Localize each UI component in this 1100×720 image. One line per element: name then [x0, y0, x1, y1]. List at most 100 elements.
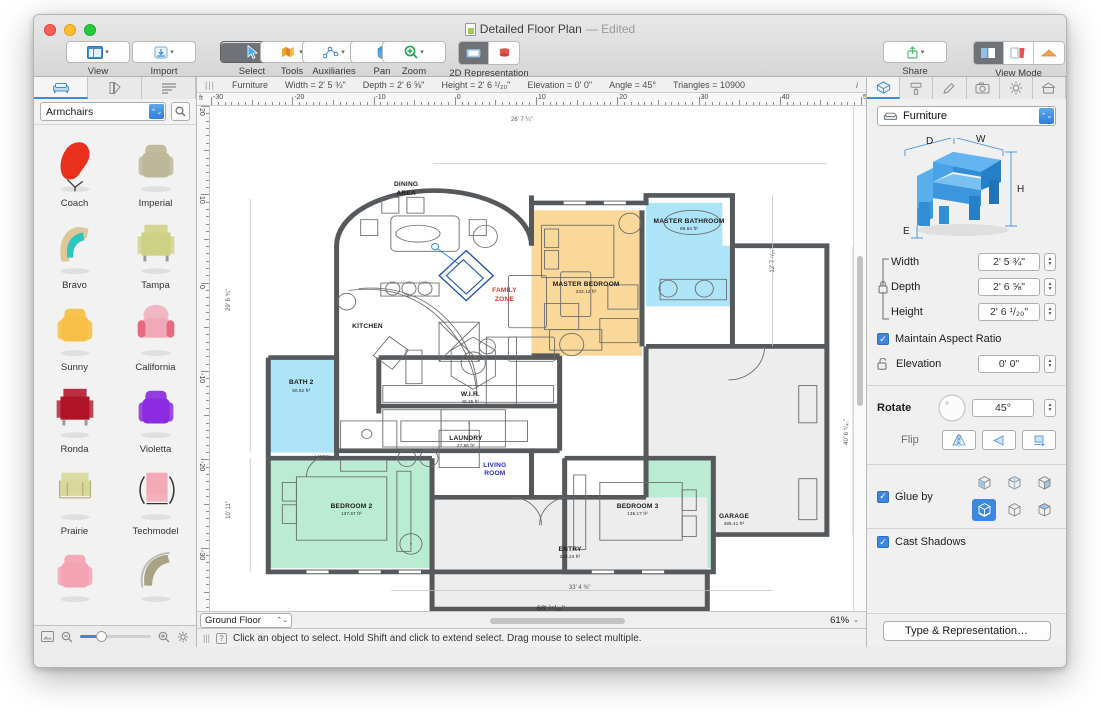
elevation-stepper[interactable]: ▲ ▼ [1044, 355, 1056, 373]
thumbnail-size-slider[interactable] [80, 631, 151, 642]
object-type-popup[interactable]: Furniture ⌃⌄ [877, 106, 1056, 126]
library-tab-list[interactable] [142, 77, 196, 99]
ruler-tick [813, 102, 815, 105]
glue-cell-right[interactable] [1032, 472, 1056, 494]
slider-knob[interactable] [95, 631, 107, 642]
question-mark-icon[interactable]: ? [216, 632, 228, 644]
cast-shadows-checkbox[interactable]: ✓ [877, 536, 889, 548]
library-item[interactable]: Coach [34, 131, 115, 213]
ruler-tick [206, 179, 209, 181]
image-icon[interactable] [41, 631, 54, 642]
view-mode-split-button[interactable] [973, 42, 1004, 64]
library-item-thumbnail [115, 383, 196, 439]
toolbar-item-import[interactable]: ▾ Import [132, 41, 196, 77]
library-item[interactable]: California [115, 295, 196, 377]
dimension-label: 29' 6 ¾" [226, 289, 233, 312]
glue-by-checkbox[interactable]: ✓ [877, 490, 889, 503]
glue-by-row[interactable]: ✓ Glue by [877, 490, 933, 503]
representation-2d-button[interactable] [459, 42, 489, 64]
inspector-tab-object[interactable] [867, 77, 901, 99]
view-mode-2d-button[interactable] [1003, 42, 1034, 64]
height-input[interactable]: 2' 6 ¹/₂₀" [978, 303, 1040, 321]
library-item[interactable]: Imperial [115, 131, 196, 213]
glue-cell-middle[interactable] [1002, 472, 1026, 494]
inspector-tab-light[interactable] [999, 77, 1033, 99]
toolbar-item-view-mode[interactable]: View Mode [966, 41, 1066, 79]
library-item[interactable] [115, 541, 196, 612]
canvas-horizontal-scrollbar[interactable] [292, 612, 812, 629]
zoom-level-selector[interactable]: 61% ⌄ [812, 613, 862, 628]
zoom-out-icon[interactable] [61, 631, 73, 643]
lock-open-icon[interactable] [877, 358, 890, 370]
glue-by-grid[interactable] [972, 472, 1056, 521]
cube-left-icon [977, 476, 991, 490]
view-mode-3d-button[interactable] [1033, 42, 1064, 64]
zoom-in-icon[interactable] [158, 631, 170, 643]
ruler-tick [508, 102, 510, 105]
library-item[interactable]: Violetta [115, 377, 196, 459]
depth-stepper[interactable]: ▲ ▼ [1044, 278, 1056, 296]
ruler-tick [206, 481, 209, 483]
inspector-tab-material[interactable] [900, 77, 934, 99]
view-mode-segment[interactable] [972, 41, 1065, 65]
representation-3d-button[interactable] [489, 42, 519, 64]
type-and-representation-button[interactable]: Type & Representation… [882, 620, 1051, 641]
width-stepper[interactable]: ▲ ▼ [1044, 253, 1056, 271]
view-button[interactable]: ▾ [66, 41, 130, 63]
lock-closed-icon[interactable] [878, 256, 890, 322]
toolbar-item-representation[interactable]: 2D Representation [434, 41, 544, 79]
import-button[interactable]: ▾ [132, 41, 196, 63]
library-item[interactable]: Ronda [34, 377, 115, 459]
toolbar-item-view[interactable]: ▾ View [66, 41, 130, 77]
library-tab-materials[interactable] [88, 77, 142, 99]
vertical-scroll-thumb[interactable] [857, 256, 863, 406]
share-button[interactable]: ▾ [883, 41, 947, 63]
representation-segment[interactable] [458, 41, 520, 65]
library-item[interactable]: Techmodel [115, 459, 196, 541]
glue-cell-center[interactable] [1002, 499, 1026, 521]
library-item-thumbnail [34, 219, 115, 275]
canvas-vertical-scrollbar[interactable] [853, 106, 866, 611]
gear-icon[interactable] [177, 631, 189, 643]
inspector-tab-camera[interactable] [966, 77, 1000, 99]
glue-cell-bottom[interactable] [972, 499, 996, 521]
flip-vertical-button[interactable] [982, 430, 1016, 450]
height-stepper[interactable]: ▲ ▼ [1044, 303, 1056, 321]
library-item[interactable]: Prairie [34, 459, 115, 541]
library-item[interactable]: Sunny [34, 295, 115, 377]
library-item[interactable]: Bravo [34, 213, 115, 295]
glue-cell-top[interactable] [1032, 499, 1056, 521]
rotate-input[interactable]: 45° [972, 399, 1034, 417]
depth-input[interactable]: 2' 6 ⅝" [978, 278, 1040, 296]
horizontal-scroll-thumb[interactable] [489, 617, 625, 624]
floor-plan-canvas[interactable]: DINING AREA KITCHEN FAMILY ZONE BATH 2 50.62 f… [210, 106, 853, 611]
ruler-tick [206, 429, 209, 431]
vertical-ruler[interactable]: 20 10 0 -10 -20 -30 [197, 106, 210, 611]
width-input[interactable]: 2' 5 ¾" [978, 253, 1040, 271]
cast-shadows-row[interactable]: ✓ Cast Shadows [877, 536, 1056, 548]
maintain-aspect-ratio-row[interactable]: ✓ Maintain Aspect Ratio [877, 333, 1056, 345]
library-search-button[interactable] [171, 102, 190, 121]
flip-horizontal-button[interactable] [942, 430, 976, 450]
ruler-tick [206, 474, 209, 476]
horizontal-ruler[interactable]: ft -30 -20 -10 0 10 20 30 40 50 [197, 93, 866, 106]
library-item[interactable] [34, 541, 115, 612]
object-grid[interactable]: Coach Imperial Bravo Tampa Sunny California Ro… [34, 125, 196, 625]
inspector-tab-site[interactable] [1032, 77, 1066, 99]
toolbar-item-share[interactable]: ▾ Share [883, 41, 947, 77]
glue-cell-left[interactable] [972, 472, 996, 494]
flip-depth-button[interactable] [1022, 430, 1056, 450]
share-label: Share [902, 66, 928, 77]
info-italic-icon[interactable]: i [856, 80, 858, 90]
library-item[interactable]: Tampa [115, 213, 196, 295]
library-tab-objects[interactable] [34, 77, 88, 99]
maintain-aspect-ratio-checkbox[interactable]: ✓ [877, 333, 889, 345]
ruler-tick [576, 100, 578, 105]
status-bar: ||| ? Click an object to select. Hold Sh… [197, 628, 866, 647]
category-select[interactable]: Armchairs ⌃⌄ [40, 102, 166, 121]
floor-selector[interactable]: Ground Floor ⌃⌄ [200, 612, 292, 628]
rotate-stepper[interactable]: ▲ ▼ [1044, 399, 1056, 417]
elevation-input[interactable]: 0' 0" [978, 355, 1040, 373]
rotate-dial[interactable] [938, 394, 966, 422]
inspector-tab-edit[interactable] [933, 77, 967, 99]
